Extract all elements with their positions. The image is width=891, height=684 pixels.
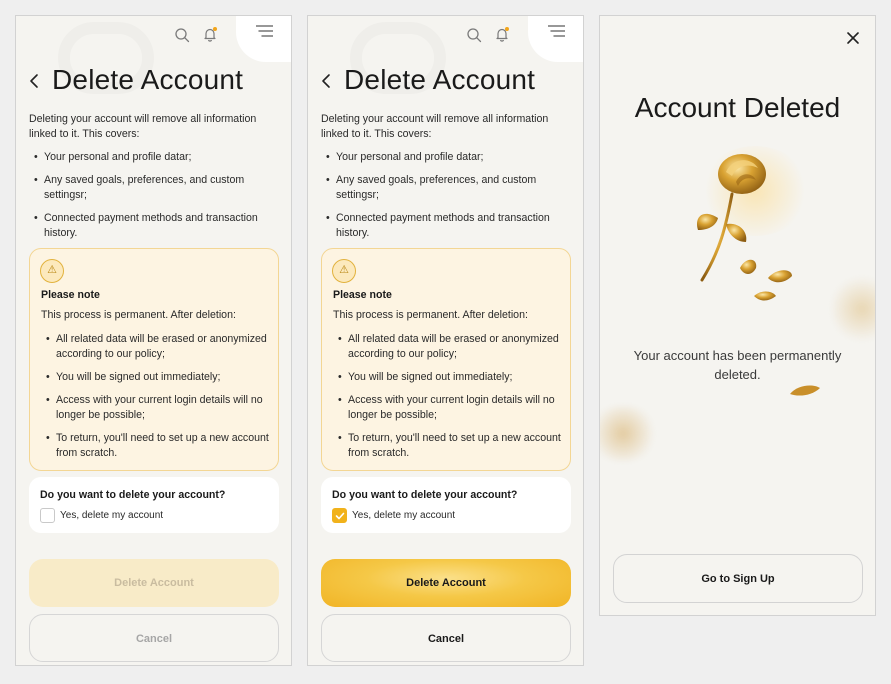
warning-icon: ⚠	[332, 259, 356, 283]
confirmation-question: Do you want to delete your account?	[332, 489, 518, 501]
checkbox-label[interactable]: Yes, delete my account	[60, 510, 163, 521]
cancel-button[interactable]: Cancel	[29, 614, 279, 662]
confirmation-card: Do you want to delete your account? Yes,…	[321, 477, 571, 533]
confirmation-card: Do you want to delete your account? Yes,…	[29, 477, 279, 533]
warning-icon: ⚠	[40, 259, 64, 283]
list-item: Your personal and profile datar;	[321, 150, 573, 165]
confirm-checkbox[interactable]	[332, 508, 347, 523]
list-item: You will be signed out immediately;	[41, 370, 273, 385]
warning-note: ⚠ Please note This process is permanent.…	[29, 248, 279, 471]
list-item: All related data will be erased or anony…	[41, 332, 273, 362]
cancel-button[interactable]: Cancel	[321, 614, 571, 662]
go-to-sign-up-button[interactable]: Go to Sign Up	[613, 554, 863, 603]
notification-dot	[505, 27, 509, 31]
golden-rose-icon	[680, 146, 820, 306]
intro-text: Deleting your account will remove all in…	[29, 113, 257, 140]
deletion-scope-list: Your personal and profile datar; Any sav…	[321, 150, 573, 249]
bell-icon[interactable]	[202, 26, 218, 42]
menu-icon[interactable]	[256, 25, 273, 37]
page-title: Delete Account	[52, 64, 244, 95]
note-list: All related data will be erased or anony…	[333, 332, 565, 469]
delete-account-button[interactable]: Delete Account	[29, 559, 279, 607]
confirm-checkbox[interactable]	[40, 508, 55, 523]
page-title: Delete Account	[344, 64, 536, 95]
note-title: Please note	[333, 289, 392, 301]
chevron-left-icon[interactable]	[28, 73, 40, 89]
note-subtitle: This process is permanent. After deletio…	[333, 309, 528, 321]
list-item: Access with your current login details w…	[333, 393, 565, 423]
chevron-left-icon[interactable]	[320, 73, 332, 89]
list-item: Any saved goals, preferences, and custom…	[29, 173, 281, 203]
intro-text: Deleting your account will remove all in…	[321, 113, 549, 140]
list-item: To return, you'll need to set up a new a…	[41, 431, 273, 461]
list-item: Your personal and profile datar;	[29, 150, 281, 165]
menu-icon[interactable]	[548, 25, 565, 37]
blurred-petal	[832, 274, 875, 344]
list-item: You will be signed out immediately;	[333, 370, 565, 385]
close-icon[interactable]	[846, 31, 860, 45]
delete-account-screen-checked: Delete Account Deleting your account wil…	[307, 15, 584, 666]
note-title: Please note	[41, 289, 100, 301]
list-item: Access with your current login details w…	[41, 393, 273, 423]
blurred-petal	[600, 406, 658, 461]
account-deleted-screen: Account Deleted Your account has been pe…	[599, 15, 876, 616]
list-item: Connected payment methods and transactio…	[321, 211, 573, 241]
notification-dot	[213, 27, 217, 31]
search-icon[interactable]	[466, 27, 482, 43]
list-item: Any saved goals, preferences, and custom…	[321, 173, 573, 203]
deletion-scope-list: Your personal and profile datar; Any sav…	[29, 150, 281, 249]
confirmation-question: Do you want to delete your account?	[40, 489, 226, 501]
search-icon[interactable]	[174, 27, 190, 43]
warning-note: ⚠ Please note This process is permanent.…	[321, 248, 571, 471]
list-item: Connected payment methods and transactio…	[29, 211, 281, 241]
falling-petal	[790, 385, 820, 396]
list-item: All related data will be erased or anony…	[333, 332, 565, 362]
menu-tab[interactable]	[528, 16, 583, 62]
delete-account-button[interactable]: Delete Account	[321, 559, 571, 607]
confirmation-title: Account Deleted	[634, 92, 841, 123]
note-list: All related data will be erased or anony…	[41, 332, 273, 469]
confirmation-message: Your account has been permanently delete…	[633, 348, 842, 382]
bell-icon[interactable]	[494, 26, 510, 42]
checkmark-icon	[335, 512, 345, 520]
list-item: To return, you'll need to set up a new a…	[333, 431, 565, 461]
menu-tab[interactable]	[236, 16, 291, 62]
delete-account-screen-unchecked: Delete Account Deleting your account wil…	[15, 15, 292, 666]
checkbox-label[interactable]: Yes, delete my account	[352, 510, 455, 521]
note-subtitle: This process is permanent. After deletio…	[41, 309, 236, 321]
